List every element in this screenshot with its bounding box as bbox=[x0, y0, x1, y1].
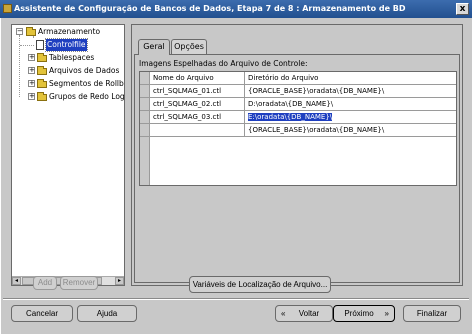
next-button-label: Próximo bbox=[344, 309, 374, 318]
cancel-button[interactable]: Cancelar bbox=[11, 305, 73, 322]
tree-item-label: Arquivos de Dados bbox=[49, 66, 120, 75]
folder-icon bbox=[37, 53, 47, 62]
window-title: Assistente de Configuração de Bancos de … bbox=[14, 4, 406, 13]
cell-filename[interactable]: ctrl_SQLMAG_02.ctl bbox=[150, 98, 245, 111]
folder-icon bbox=[37, 92, 47, 101]
storage-tree: − Armazenamento Controlfile + Tablespace… bbox=[11, 24, 125, 286]
cell-directory[interactable]: D:\oradata\{DB_NAME}\ bbox=[245, 98, 456, 111]
app-icon bbox=[3, 4, 12, 13]
cell-directory-selected[interactable]: E:\oradata\{DB_NAME}\ bbox=[245, 111, 456, 124]
row-header-empty bbox=[140, 137, 150, 185]
next-arrow-icon: » bbox=[384, 309, 389, 318]
remove-button[interactable]: Remover bbox=[60, 276, 98, 290]
back-button-label: Voltar bbox=[298, 309, 320, 318]
row-header[interactable] bbox=[140, 111, 150, 124]
tree-item-rollback-segments[interactable]: + Segmentos de Rollback bbox=[14, 78, 124, 90]
cell-filename[interactable]: ctrl_SQLMAG_01.ctl bbox=[150, 85, 245, 98]
expand-toggle-icon[interactable]: + bbox=[28, 67, 35, 74]
tree-item-storage[interactable]: − Armazenamento bbox=[14, 26, 124, 38]
grid-caption: Imagens Espelhadas do Arquivo de Control… bbox=[139, 59, 308, 68]
add-button[interactable]: Add bbox=[33, 276, 57, 290]
tree-item-label: Grupos de Redo Logs bbox=[49, 92, 125, 101]
back-button[interactable]: « Voltar bbox=[275, 305, 333, 322]
grid-corner bbox=[140, 72, 150, 85]
close-button[interactable]: x bbox=[456, 3, 469, 15]
folder-open-icon bbox=[26, 27, 36, 36]
expand-toggle-icon[interactable]: + bbox=[28, 54, 35, 61]
controlfile-grid: Nome do Arquivo Diretório do Arquivo ctr… bbox=[139, 71, 457, 186]
properties-panel: Geral Opções Imagens Espelhadas do Arqui… bbox=[131, 24, 463, 286]
tab-content-general: Imagens Espelhadas do Arquivo de Control… bbox=[134, 54, 460, 283]
cell-filename[interactable] bbox=[150, 124, 245, 137]
expand-toggle-icon[interactable]: + bbox=[28, 93, 35, 100]
tab-general[interactable]: Geral bbox=[138, 39, 170, 55]
back-arrow-icon: « bbox=[281, 309, 286, 318]
scroll-left-icon[interactable]: ◂ bbox=[12, 277, 21, 285]
wizard-window: − Armazenamento Controlfile + Tablespace… bbox=[0, 18, 472, 334]
tree-item-label: Segmentos de Rollback bbox=[49, 79, 124, 88]
row-header[interactable] bbox=[140, 85, 150, 98]
tree-item-label: Controlfile bbox=[45, 38, 88, 52]
row-header[interactable] bbox=[140, 124, 150, 137]
footer-separator bbox=[3, 298, 469, 300]
folder-icon bbox=[37, 66, 47, 75]
finish-button[interactable]: Finalizar bbox=[403, 305, 461, 322]
tree-item-label: Tablespaces bbox=[49, 53, 95, 62]
tree-item-redo-log-groups[interactable]: + Grupos de Redo Logs bbox=[14, 91, 124, 103]
file-icon bbox=[36, 40, 44, 50]
tab-options[interactable]: Opções bbox=[171, 39, 207, 54]
row-header[interactable] bbox=[140, 98, 150, 111]
column-header-directory[interactable]: Diretório do Arquivo bbox=[245, 72, 456, 85]
tree-item-label: Armazenamento bbox=[38, 27, 101, 36]
help-button[interactable]: Ajuda bbox=[77, 305, 137, 322]
title-bar: Assistente de Configuração de Bancos de … bbox=[0, 0, 472, 18]
column-header-filename[interactable]: Nome do Arquivo bbox=[150, 72, 245, 85]
collapse-toggle-icon[interactable]: − bbox=[16, 28, 23, 35]
selected-text: E:\oradata\{DB_NAME}\ bbox=[248, 113, 333, 121]
location-variables-button[interactable]: Variáveis de Localização de Arquivo... bbox=[189, 276, 331, 293]
cell-directory[interactable]: {ORACLE_BASE}\oradata\{DB_NAME}\ bbox=[245, 85, 456, 98]
next-button[interactable]: Próximo » bbox=[333, 305, 395, 322]
tree-item-controlfile[interactable]: Controlfile bbox=[14, 38, 124, 52]
scroll-right-icon[interactable]: ▸ bbox=[115, 277, 124, 285]
tree-item-tablespaces[interactable]: + Tablespaces bbox=[14, 52, 124, 64]
cell-filename[interactable]: ctrl_SQLMAG_03.ctl bbox=[150, 111, 245, 124]
folder-icon bbox=[37, 79, 47, 88]
cell-directory[interactable]: {ORACLE_BASE}\oradata\{DB_NAME}\ bbox=[245, 124, 456, 137]
tree-item-datafiles[interactable]: + Arquivos de Dados bbox=[14, 65, 124, 77]
expand-toggle-icon[interactable]: + bbox=[28, 80, 35, 87]
